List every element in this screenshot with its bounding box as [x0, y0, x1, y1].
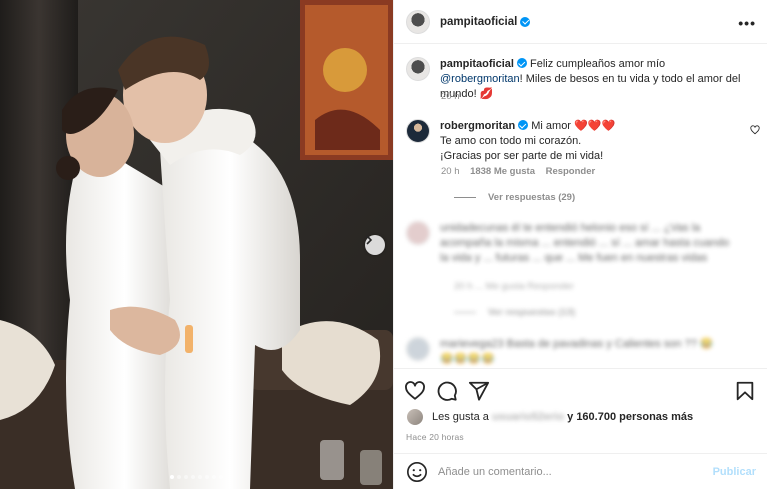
caption-username[interactable]: pampitaoficial: [440, 58, 514, 70]
author-username[interactable]: pampitaoficial: [440, 16, 517, 28]
caption-avatar[interactable]: [406, 57, 430, 81]
blurred-comment-text: unidadecunas él te entendió helonio eso …: [440, 222, 730, 264]
comment-likes[interactable]: 1838 Me gusta: [470, 166, 535, 177]
like-comment-heart-icon[interactable]: [750, 125, 760, 135]
blurred-comment-row: unidadecunas él te entendió helonio eso …: [406, 221, 756, 266]
bookmark-icon[interactable]: [734, 380, 756, 402]
comment-first-line: Mi amor: [531, 120, 571, 132]
publish-button[interactable]: Publicar: [713, 466, 756, 478]
comment-time: 20 h: [441, 166, 460, 177]
caption-body: Feliz cumpleaños amor mío: [530, 58, 666, 70]
liker-avatar[interactable]: [406, 408, 424, 426]
verified-badge-icon: [518, 120, 529, 130]
replies-divider: [454, 197, 476, 198]
likes-summary: Les gusta a usuario52erio y 160.700 pers…: [406, 408, 693, 426]
caption-time: 20 h: [441, 91, 460, 102]
carousel-dot: [219, 475, 223, 479]
blurred-comment-2-body: marievega23 Basta de pavadinas y Calient…: [440, 338, 714, 350]
carousel-dot: [184, 475, 188, 479]
view-replies-button[interactable]: Ver respuestas (29): [454, 192, 575, 203]
commenter-avatar[interactable]: [406, 119, 430, 143]
instagram-post-view: pampitaoficial ••• pampitaoficial Feliz …: [0, 0, 767, 489]
share-icon[interactable]: [468, 380, 490, 402]
commenter-username[interactable]: robergmoritan: [440, 120, 515, 132]
replies-divider: [454, 312, 476, 313]
next-photo-button[interactable]: [365, 235, 385, 255]
comment-input[interactable]: [438, 465, 713, 478]
add-comment-bar: Publicar: [394, 453, 767, 489]
carousel-dot: [191, 475, 195, 479]
carousel-dot: [212, 475, 216, 479]
view-replies-label: Ver respuestas (29): [488, 192, 576, 203]
chevron-right-icon: [366, 235, 373, 245]
caption-emoji: 💋: [479, 88, 494, 100]
comment-text: robergmoritan Mi amor ❤️❤️❤️ Te amo con …: [440, 119, 740, 164]
blurred-comment-2-emojis: 😂😂😂😂: [440, 353, 495, 365]
post-side-panel: pampitaoficial ••• pampitaoficial Feliz …: [393, 0, 767, 489]
caption-text: pampitaoficial Feliz cumpleaños amor mío…: [440, 57, 750, 102]
comment-meta: 20 h 1838 Me gusta Responder: [441, 166, 595, 177]
carousel-dot: [198, 475, 202, 479]
more-options-icon[interactable]: •••: [738, 15, 756, 31]
carousel-dot: [170, 475, 174, 479]
post-timestamp[interactable]: Hace 20 horas: [406, 432, 464, 442]
verified-badge-icon: [516, 58, 527, 68]
reply-button[interactable]: Responder: [546, 166, 596, 177]
emoji-icon[interactable]: [406, 461, 428, 483]
comments-list: pampitaoficial Feliz cumpleaños amor mío…: [394, 45, 767, 368]
blurred-commenter-avatar-2: [406, 337, 430, 361]
blurred-comment-meta: 20 h ... Me gusta Responder: [454, 281, 574, 292]
verified-badge-icon: [520, 16, 531, 27]
comment-icon[interactable]: [436, 380, 458, 402]
post-photo[interactable]: [0, 0, 393, 489]
comment-row: robergmoritan Mi amor ❤️❤️❤️ Te amo con …: [406, 119, 756, 164]
liker-username[interactable]: usuario52erio: [492, 411, 564, 423]
blurred-commenter-avatar: [406, 221, 430, 245]
heart-icon[interactable]: [404, 380, 426, 402]
blurred-view-replies-label: Ver respuestas (13): [488, 307, 576, 318]
carousel-indicator: [0, 475, 393, 479]
comment-line-3: ¡Gracias por ser parte de mi vida!: [440, 150, 604, 162]
carousel-dot: [205, 475, 209, 479]
blurred-comment-row-2: marievega23 Basta de pavadinas y Calient…: [406, 337, 756, 367]
post-header: pampitaoficial •••: [394, 0, 767, 44]
comment-hearts: ❤️❤️❤️: [574, 120, 616, 132]
blurred-view-replies: Ver respuestas (13): [454, 307, 575, 318]
carousel-dot: [177, 475, 181, 479]
comment-line-2: Te amo con todo mi corazón.: [440, 135, 582, 147]
likes-prefix: Les gusta a: [432, 411, 489, 423]
post-actions-bar: [394, 368, 767, 412]
caption-mention[interactable]: @robergmoritan: [440, 73, 520, 85]
likes-count[interactable]: y 160.700 personas más: [567, 411, 693, 423]
couple-photo-illustration: [0, 0, 393, 489]
author-avatar[interactable]: [406, 9, 430, 34]
blurred-comment-text-2: marievega23 Basta de pavadinas y Calient…: [440, 337, 740, 367]
